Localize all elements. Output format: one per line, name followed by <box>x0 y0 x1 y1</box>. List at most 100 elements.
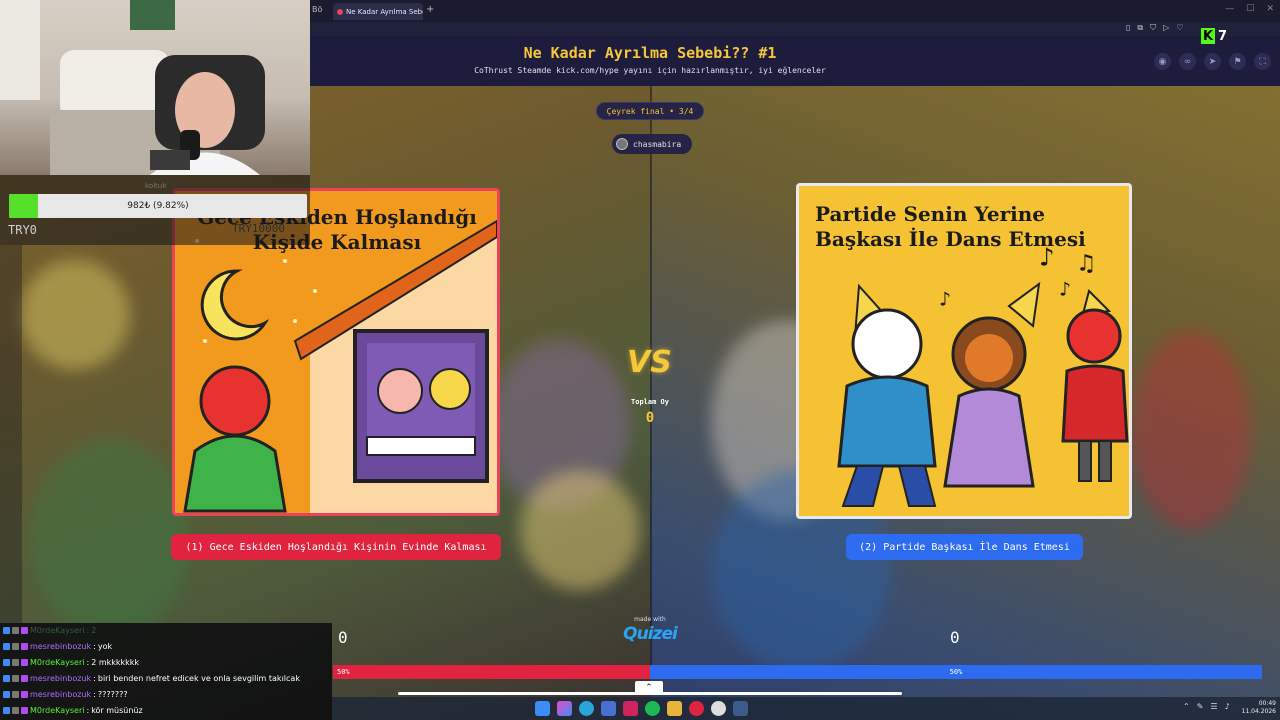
header-actions: ◉ ∞ ➤ ⚑ ⛶ <box>1154 53 1271 70</box>
chat-separator: : <box>86 658 90 667</box>
address-bar-icons: ▯ ⧉ ⛉ ▷ ♡ <box>1126 23 1183 33</box>
chat-separator: : <box>86 706 90 715</box>
taskbar-icons <box>535 701 748 716</box>
bookmark-icon[interactable]: ▯ <box>1126 23 1130 33</box>
chevron-up-tray-icon[interactable]: ⌃ <box>1183 702 1190 711</box>
copilot-icon[interactable] <box>557 701 572 716</box>
avatar <box>616 138 628 150</box>
browser-tab-bar <box>310 0 1280 22</box>
tab-favicon-icon <box>337 8 343 15</box>
donation-progress-text: 982₺ (9.82%) <box>127 201 189 211</box>
tab-title: Ne Kadar Ayrılma Sebebi <box>346 7 423 16</box>
percent-bar-left: 50% <box>333 665 650 679</box>
chat-message: M0rdeKayseri : kör müsünüz <box>3 706 143 715</box>
author-pill[interactable]: chasmabira <box>612 134 692 154</box>
quiz-subtitle: CoThrust Steamde kick.com/hype yayını iç… <box>474 66 826 75</box>
chat-badge-icon <box>21 691 28 698</box>
chat-badge-icon <box>12 675 19 682</box>
chat-badge-icon <box>21 659 28 666</box>
chat-username[interactable]: M0rdeKayseri <box>30 626 84 635</box>
chat-badge-icon <box>12 707 19 714</box>
chat-badge-icon <box>21 707 28 714</box>
new-tab-button[interactable]: + <box>426 4 434 15</box>
chat-username[interactable]: M0rdeKayseri <box>30 706 84 715</box>
play-icon[interactable]: ▷ <box>1163 23 1169 33</box>
edge-icon[interactable] <box>579 701 594 716</box>
percent-left: 50% <box>337 668 350 676</box>
svg-text:♫: ♫ <box>1079 249 1093 277</box>
clock-time: 00:49 <box>1258 700 1276 707</box>
svg-text:♪: ♪ <box>1059 277 1071 301</box>
browser-icon[interactable] <box>623 701 638 716</box>
chevron-up-icon[interactable]: ⌃ <box>635 681 663 695</box>
chat-badge-icon <box>12 659 19 666</box>
maximize-icon[interactable]: ☐ <box>1246 4 1254 14</box>
chat-badge-icon <box>3 659 10 666</box>
donation-goal: TRY10000 <box>232 222 285 235</box>
chat-separator: : <box>93 642 96 651</box>
chat-message-text: yok <box>97 642 113 651</box>
vs-lightning-icon: VS <box>627 345 672 380</box>
choice-button-right[interactable]: (2) Partide Başkası İle Dans Etmesi <box>846 534 1083 560</box>
round-indicator: Çeyrek final • 3/4 <box>596 102 704 120</box>
spotify-icon[interactable] <box>645 701 660 716</box>
wifi-icon[interactable]: ☰ <box>1210 702 1217 711</box>
chat-message: M0rdeKayseri : 2 mkkkkkkk <box>3 658 139 667</box>
window-controls: — ☐ ✕ <box>1225 4 1274 14</box>
chat-message-text: 2 mkkkkkkk <box>91 658 140 667</box>
made-with-label: made with <box>634 616 666 623</box>
donation-faint-label: koltuk <box>145 182 167 190</box>
total-votes-value: 0 <box>645 410 655 426</box>
store-icon[interactable] <box>601 701 616 716</box>
clock-date: 11.04.2026 <box>1241 708 1276 715</box>
chat-separator: : <box>93 674 96 683</box>
flag-icon[interactable]: ⚑ <box>1229 53 1246 70</box>
chat-badge-icon <box>3 691 10 698</box>
donation-current: TRY0 <box>8 223 37 237</box>
chat-badge-icon <box>21 627 28 634</box>
screenshot-icon[interactable]: ⧉ <box>1137 23 1143 33</box>
svg-text:♪: ♪ <box>939 287 951 311</box>
kick-viewer-count: 7 <box>1218 28 1228 44</box>
chat-panel: M0rdeKayseri : 2 mesrebinbozuk : yok M0rde… <box>0 623 332 720</box>
chat-message: mesrebinbozuk : biri benden nefret edice… <box>3 674 300 683</box>
obs-icon[interactable] <box>689 701 704 716</box>
send-icon[interactable]: ➤ <box>1204 53 1221 70</box>
chrome-icon[interactable] <box>711 701 726 716</box>
eye-icon[interactable]: ◉ <box>1154 53 1171 70</box>
choice-button-left[interactable]: (1) Gece Eskiden Hoşlandığı Kişinin Evin… <box>171 534 501 560</box>
chat-badge-icon <box>3 707 10 714</box>
fullscreen-icon[interactable]: ⛶ <box>1254 53 1271 70</box>
kick-logo: K <box>1201 28 1215 44</box>
card-right-title: Partide Senin Yerine Başkası İle Dans Et… <box>815 202 1086 251</box>
chat-message: mesrebinbozuk : ??????? <box>3 690 128 699</box>
volume-icon[interactable]: ♪ <box>1225 702 1230 711</box>
tab-active[interactable]: Ne Kadar Ayrılma Sebebi × <box>333 3 423 20</box>
close-window-icon[interactable]: ✕ <box>1266 4 1274 14</box>
folder-icon[interactable] <box>667 701 682 716</box>
link-icon[interactable]: ∞ <box>1179 53 1196 70</box>
chat-message-text: 2 <box>91 626 97 635</box>
quizei-logo[interactable]: Quizei <box>618 624 682 644</box>
minimize-icon[interactable]: — <box>1225 4 1234 14</box>
kick-viewer-badge: K 7 <box>1201 28 1227 44</box>
chat-username[interactable]: mesrebinbozuk <box>30 674 91 683</box>
tab-fragment[interactable]: Bö <box>312 5 322 14</box>
windows-start-icon[interactable] <box>535 701 550 716</box>
screen: Bö Ne Kadar Ayrılma Sebebi × + — ☐ ✕ ▯ ⧉… <box>0 0 1280 720</box>
steam-icon[interactable] <box>733 701 748 716</box>
chat-username[interactable]: mesrebinbozuk <box>30 690 91 699</box>
left-edge-panel <box>0 245 22 623</box>
chat-username[interactable]: M0rdeKayseri <box>30 658 84 667</box>
taskbar <box>332 697 1280 720</box>
choice-card-right[interactable]: ♪ ♫ ♪ ♪ Partide Senin Yerine Başkası İle… <box>796 183 1132 519</box>
chat-message-text: kör müsünüz <box>91 706 143 715</box>
pen-icon[interactable]: ✎ <box>1197 702 1204 711</box>
taskbar-clock[interactable]: 00:49 11.04.2026 <box>1236 700 1276 716</box>
heart-icon[interactable]: ♡ <box>1176 23 1183 33</box>
shield-icon[interactable]: ⛉ <box>1150 23 1156 33</box>
chat-username[interactable]: mesrebinbozuk <box>30 642 91 651</box>
chat-badge-icon <box>21 643 28 650</box>
webcam-image <box>0 0 265 175</box>
total-votes-label: Toplam Oy <box>631 398 669 406</box>
